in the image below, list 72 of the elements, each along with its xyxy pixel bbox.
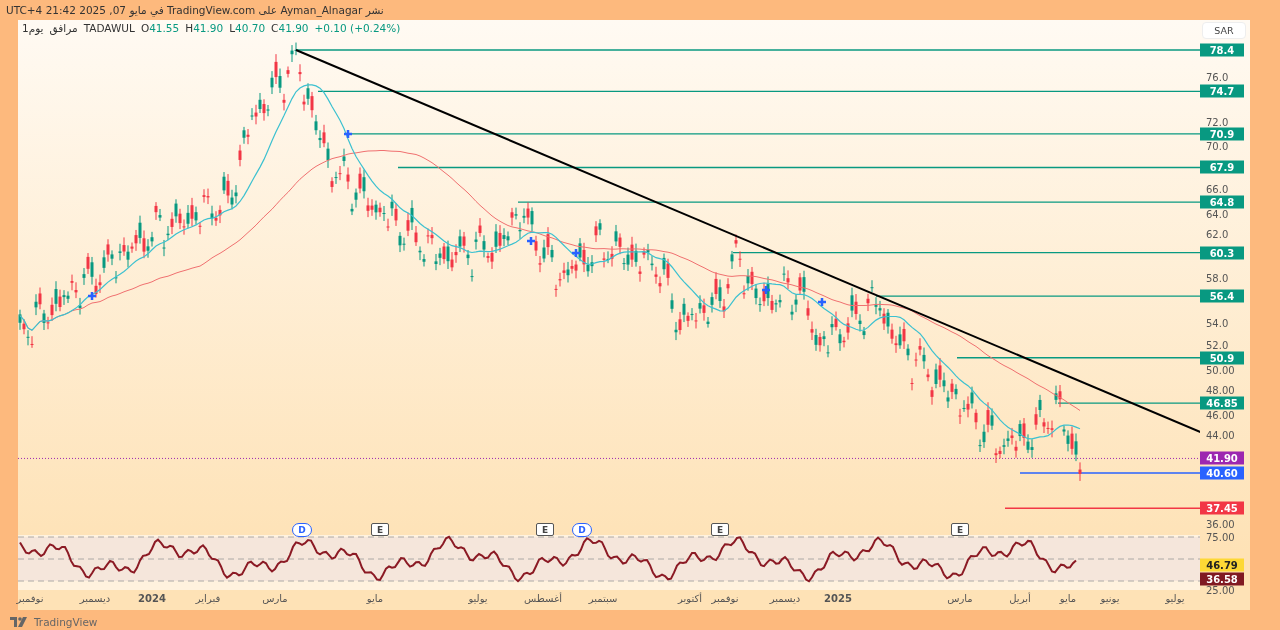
time-axis-label: مايو (1059, 593, 1077, 604)
price-tick-label: 66.0 (1206, 183, 1229, 195)
price-level-tag: 74.7 (1200, 84, 1244, 98)
time-axis-label: ديسمبر (769, 593, 801, 604)
chart-interval: 1يوم (22, 22, 44, 34)
price-level-tag: 46.85 (1200, 396, 1244, 410)
time-axis-label: مايو (366, 593, 384, 604)
price-tick-label: 70.0 (1206, 140, 1229, 152)
price-level-tag: 67.9 (1200, 161, 1244, 174)
price-level-tag: 50.9 (1200, 351, 1244, 365)
price-level-tag: 40.60 (1200, 466, 1244, 480)
time-axis-label: مارس (262, 593, 288, 604)
price-tick-label: 36.00 (1206, 518, 1235, 530)
price-tick-label: 64.0 (1206, 208, 1229, 220)
time-axis-label: ديسمبر (79, 593, 111, 604)
tradingview-logo-icon (10, 617, 30, 627)
time-axis-label: نوفمبر (16, 593, 44, 604)
symbol-name: مرافق (49, 22, 78, 34)
price-tick-label: 48.00 (1206, 384, 1235, 396)
cross-marker-icon (816, 296, 828, 308)
time-axis-label: أكتوبر (678, 593, 702, 604)
time-axis-label: يوليو (1165, 593, 1185, 604)
time-axis-label: نوفمبر (711, 593, 739, 604)
price-level-tag: 41.90 (1200, 451, 1244, 465)
price-tick-label: 44.00 (1206, 429, 1235, 441)
price-tick-label: 50.00 (1206, 364, 1235, 376)
time-axis-label: 2025 (824, 593, 852, 604)
dividend-marker[interactable]: D (292, 523, 312, 537)
price-level-tag: 56.4 (1200, 289, 1244, 303)
earnings-marker[interactable]: E (951, 523, 969, 536)
ohlc-value: H41.90 (185, 22, 224, 34)
price-tick-label: 76.0 (1206, 71, 1229, 83)
dividend-marker[interactable]: D (572, 523, 592, 537)
price-tick-label: 72.0 (1206, 116, 1229, 128)
price-tick-label: 52.0 (1206, 339, 1229, 351)
cross-marker-icon (342, 128, 354, 140)
price-level-tag: 37.45 (1200, 501, 1244, 515)
ohlc-value: C41.90 (271, 22, 309, 34)
time-axis-label: 2024 (138, 593, 166, 604)
time-axis-label: يونيو (1100, 593, 1120, 604)
time-axis-label: سبتمبر (588, 593, 618, 604)
exchange-name: TADAWUL (83, 22, 135, 34)
time-axis-label: فبراير (195, 593, 221, 604)
price-change: +0.10 (+0.24%) (314, 22, 401, 34)
price-tick-label: 54.0 (1206, 317, 1229, 329)
ohlc-value: L40.70 (229, 22, 266, 34)
cross-marker-icon (570, 247, 582, 259)
cross-marker-icon (525, 235, 537, 247)
price-level-tag: 64.8 (1200, 195, 1244, 209)
cross-marker-icon (86, 290, 98, 302)
rsi-value-tag: 46.79 (1200, 558, 1244, 572)
price-level-tag: 78.4 (1200, 43, 1244, 57)
earnings-marker[interactable]: E (371, 523, 389, 536)
rsi-tick-label: 25.00 (1206, 584, 1235, 596)
price-level-tag: 70.9 (1200, 127, 1244, 141)
ohlc-value: O41.55 (140, 22, 180, 34)
time-axis-label: يوليو (468, 593, 488, 604)
time-axis-label: أبريل (1009, 593, 1031, 604)
earnings-marker[interactable]: E (711, 523, 729, 536)
currency-button[interactable]: SAR (1202, 22, 1246, 39)
earnings-marker[interactable]: E (536, 523, 554, 536)
rsi-value-tag: 36.58 (1200, 572, 1244, 586)
price-tick-label: 46.00 (1206, 409, 1235, 421)
publish-info: نشر Ayman_Alnagar على TradingView.com في مايو 07, 2025 21:42 UTC+4 (6, 4, 384, 16)
rsi-tick-label: 75.00 (1206, 531, 1235, 543)
price-tick-label: 58.0 (1206, 272, 1229, 284)
price-tick-label: 62.0 (1206, 228, 1229, 239)
time-axis-label: أغسطس (524, 593, 562, 604)
cross-marker-icon (760, 284, 772, 296)
brand-name: TradingView (34, 616, 98, 628)
price-level-tag: 60.3 (1200, 246, 1244, 260)
time-axis-label: مارس (947, 593, 973, 604)
